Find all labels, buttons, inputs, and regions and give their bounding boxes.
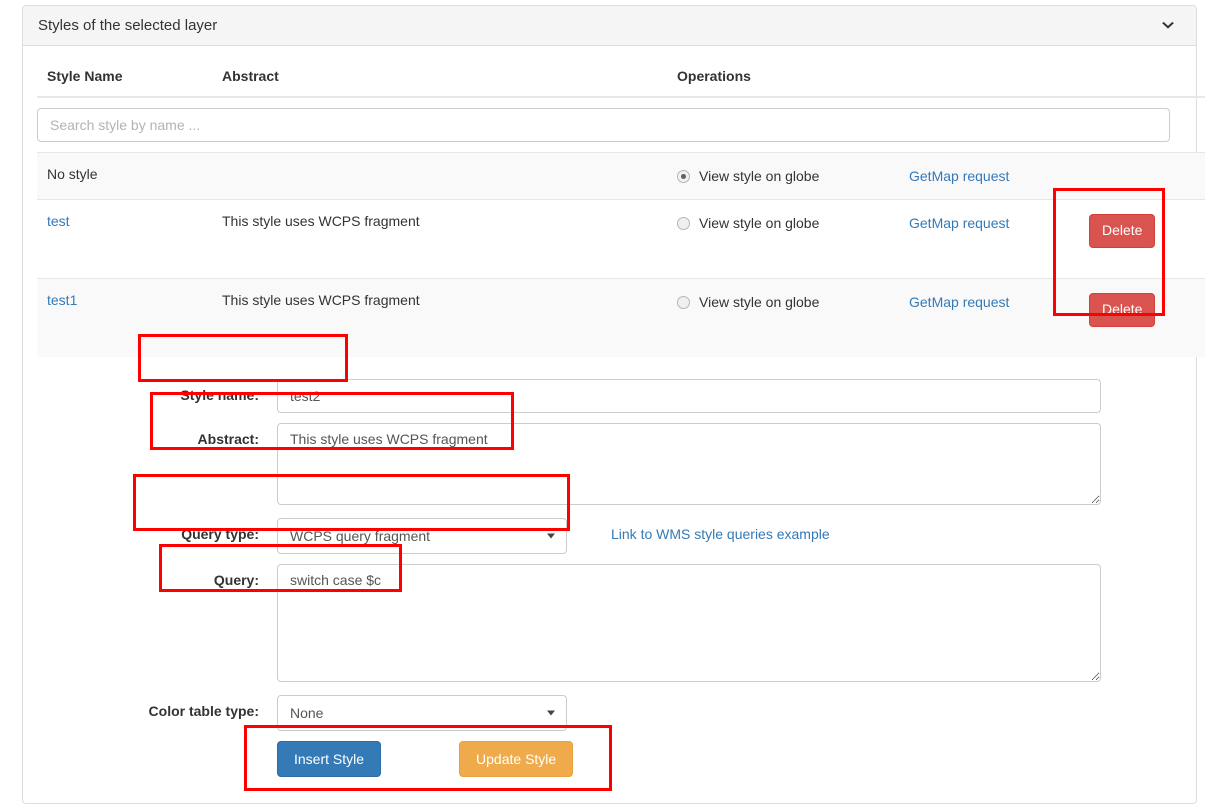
query-label: Query:	[37, 564, 277, 588]
search-row	[37, 97, 1205, 153]
view-style-radio-group[interactable]: View style on globe	[677, 167, 909, 187]
query-textarea[interactable]	[277, 564, 1101, 682]
style-name-link[interactable]: test	[47, 213, 70, 229]
abstract-textarea[interactable]	[277, 423, 1101, 505]
chevron-down-icon[interactable]	[1158, 16, 1178, 36]
style-name-label: Style name:	[37, 379, 277, 403]
abstract-text: This style uses WCPS fragment	[222, 292, 420, 308]
view-style-radio-group[interactable]: View style on globe	[677, 214, 909, 234]
panel-header[interactable]: Styles of the selected layer	[23, 6, 1196, 46]
cell-operations: View style on globe GetMap request Delet…	[667, 199, 1205, 278]
cell-abstract	[212, 153, 667, 200]
radio-label: View style on globe	[699, 293, 819, 313]
table-row: test This style uses WCPS fragment View …	[37, 199, 1205, 278]
abstract-label: Abstract:	[37, 423, 277, 447]
delete-style-button[interactable]: Delete	[1089, 293, 1155, 327]
query-type-label: Query type:	[37, 518, 277, 542]
styles-table: Style Name Abstract Operations No	[37, 46, 1205, 357]
radio-button-icon[interactable]	[677, 296, 690, 309]
chevron-down-icon	[547, 710, 555, 715]
color-table-type-label: Color table type:	[37, 695, 277, 719]
table-header: Style Name Abstract Operations	[37, 46, 1205, 97]
cell-abstract: This style uses WCPS fragment	[212, 199, 667, 278]
page-title: Styles of the selected layer	[38, 17, 217, 34]
form-row-abstract: Abstract:	[37, 423, 1182, 508]
form-row-color-table-type: Color table type: None	[37, 695, 1182, 731]
getmap-request-link[interactable]: GetMap request	[909, 293, 1089, 313]
abstract-text: This style uses WCPS fragment	[222, 213, 420, 229]
view-style-radio-group[interactable]: View style on globe	[677, 293, 909, 313]
form-row-style-name: Style name:	[37, 379, 1182, 413]
column-header-style-name: Style Name	[37, 46, 212, 97]
cell-abstract: This style uses WCPS fragment	[212, 278, 667, 356]
query-type-select[interactable]: WCPS query fragment	[277, 518, 567, 554]
cell-operations: View style on globe GetMap request Delet…	[667, 278, 1205, 356]
wms-style-queries-example-link[interactable]: Link to WMS style queries example	[611, 518, 830, 542]
table-row: test1 This style uses WCPS fragment View…	[37, 278, 1205, 356]
radio-label: View style on globe	[699, 214, 819, 234]
form-row-actions: Insert Style Update Style	[37, 741, 1182, 778]
getmap-request-link[interactable]: GetMap request	[909, 167, 1089, 187]
radio-button-icon[interactable]	[677, 217, 690, 230]
cell-style-name: No style	[37, 153, 212, 200]
radio-label: View style on globe	[699, 167, 819, 187]
chevron-down-icon	[547, 533, 555, 538]
panel-body: Style Name Abstract Operations No	[23, 46, 1196, 797]
radio-button-icon[interactable]	[677, 170, 690, 183]
form-row-query-type: Query type: WCPS query fragment Link to …	[37, 518, 1182, 554]
cell-operations: View style on globe GetMap request	[667, 153, 1205, 200]
style-name-input[interactable]	[277, 379, 1101, 413]
cell-style-name: test1	[37, 278, 212, 356]
insert-style-button[interactable]: Insert Style	[277, 741, 381, 778]
search-input[interactable]	[37, 108, 1170, 142]
screen-root: Styles of the selected layer Style Name …	[0, 0, 1205, 804]
delete-style-button[interactable]: Delete	[1089, 214, 1155, 248]
actions-spacer	[37, 741, 277, 749]
query-type-selected-value: WCPS query fragment	[290, 528, 430, 544]
color-table-type-selected-value: None	[290, 705, 323, 721]
style-name-text: No style	[47, 166, 98, 182]
style-name-link[interactable]: test1	[47, 292, 77, 308]
getmap-request-link[interactable]: GetMap request	[909, 214, 1089, 234]
form-row-query: Query:	[37, 564, 1182, 685]
table-row: No style View style on globe Ge	[37, 153, 1205, 200]
cell-style-name: test	[37, 199, 212, 278]
color-table-type-select[interactable]: None	[277, 695, 567, 731]
column-header-abstract: Abstract	[212, 46, 667, 97]
update-style-button[interactable]: Update Style	[459, 741, 573, 778]
styles-panel: Styles of the selected layer Style Name …	[22, 5, 1197, 804]
column-header-operations: Operations	[667, 46, 1205, 97]
style-form: Style name: Abstract: Query type:	[37, 357, 1182, 798]
